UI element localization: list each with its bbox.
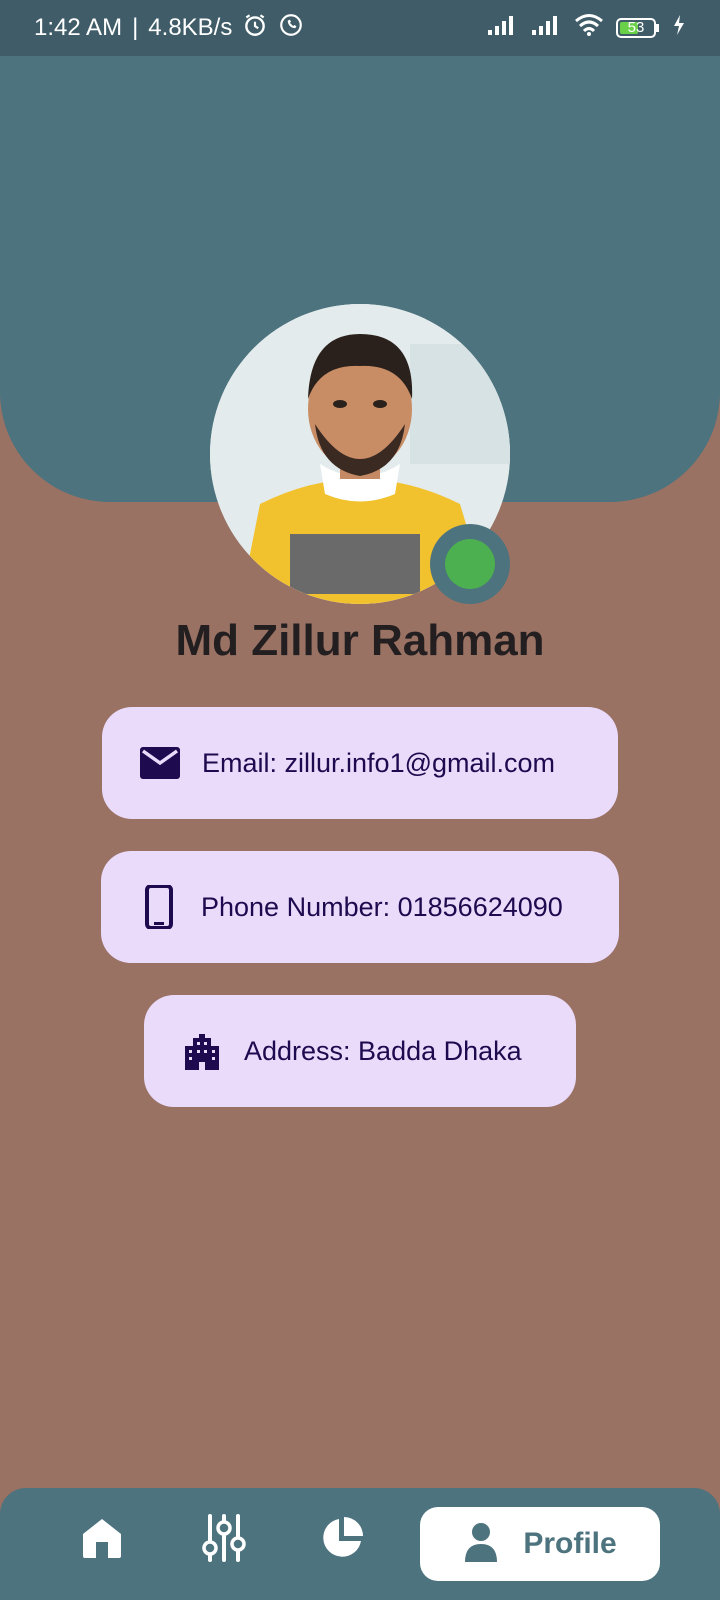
status-time: 1:42 AM xyxy=(34,14,123,41)
battery-level: 53 xyxy=(627,19,645,36)
phone-card[interactable]: Phone Number: 01856624090 xyxy=(101,851,619,963)
mail-icon xyxy=(138,741,182,785)
pie-chart-icon xyxy=(319,1515,365,1566)
online-status-indicator xyxy=(430,524,510,604)
home-icon xyxy=(80,1516,124,1565)
email-label: Email: zillur.info1@gmail.com xyxy=(202,747,556,778)
email-card[interactable]: Email: zillur.info1@gmail.com xyxy=(102,707,618,819)
nav-home-button[interactable] xyxy=(74,1512,130,1568)
nav-profile-label: Profile xyxy=(523,1527,617,1560)
status-right: 53 xyxy=(486,13,686,44)
nav-filters-button[interactable] xyxy=(196,1512,252,1568)
nav-profile-button[interactable]: Profile xyxy=(420,1507,660,1581)
status-bar: 1:42 AM | 4.8KB/s 53 xyxy=(0,0,720,56)
bottom-navigation: Profile xyxy=(0,1488,720,1600)
alarm-icon xyxy=(242,12,268,45)
status-separator: | xyxy=(132,14,139,41)
sliders-icon xyxy=(202,1513,246,1567)
online-dot xyxy=(445,539,495,589)
smartphone-icon xyxy=(137,885,181,929)
signal-icon xyxy=(530,14,562,43)
phone-label: Phone Number: 01856624090 xyxy=(201,891,563,922)
nav-stats-button[interactable] xyxy=(314,1512,370,1568)
signal-icon xyxy=(486,14,518,43)
person-icon xyxy=(463,1522,499,1567)
whatsapp-icon xyxy=(278,12,304,45)
profile-name: Md Zillur Rahman xyxy=(175,616,545,665)
wifi-icon xyxy=(574,13,604,44)
status-speed: 4.8KB/s xyxy=(148,14,233,41)
address-label: Address: Badda Dhaka xyxy=(244,1035,522,1066)
battery-icon: 53 xyxy=(616,17,660,39)
status-left: 1:42 AM | 4.8KB/s xyxy=(34,12,304,45)
address-card[interactable]: Address: Badda Dhaka xyxy=(144,995,576,1107)
charging-icon xyxy=(672,14,686,43)
building-icon xyxy=(180,1029,224,1073)
avatar-container xyxy=(210,304,510,604)
